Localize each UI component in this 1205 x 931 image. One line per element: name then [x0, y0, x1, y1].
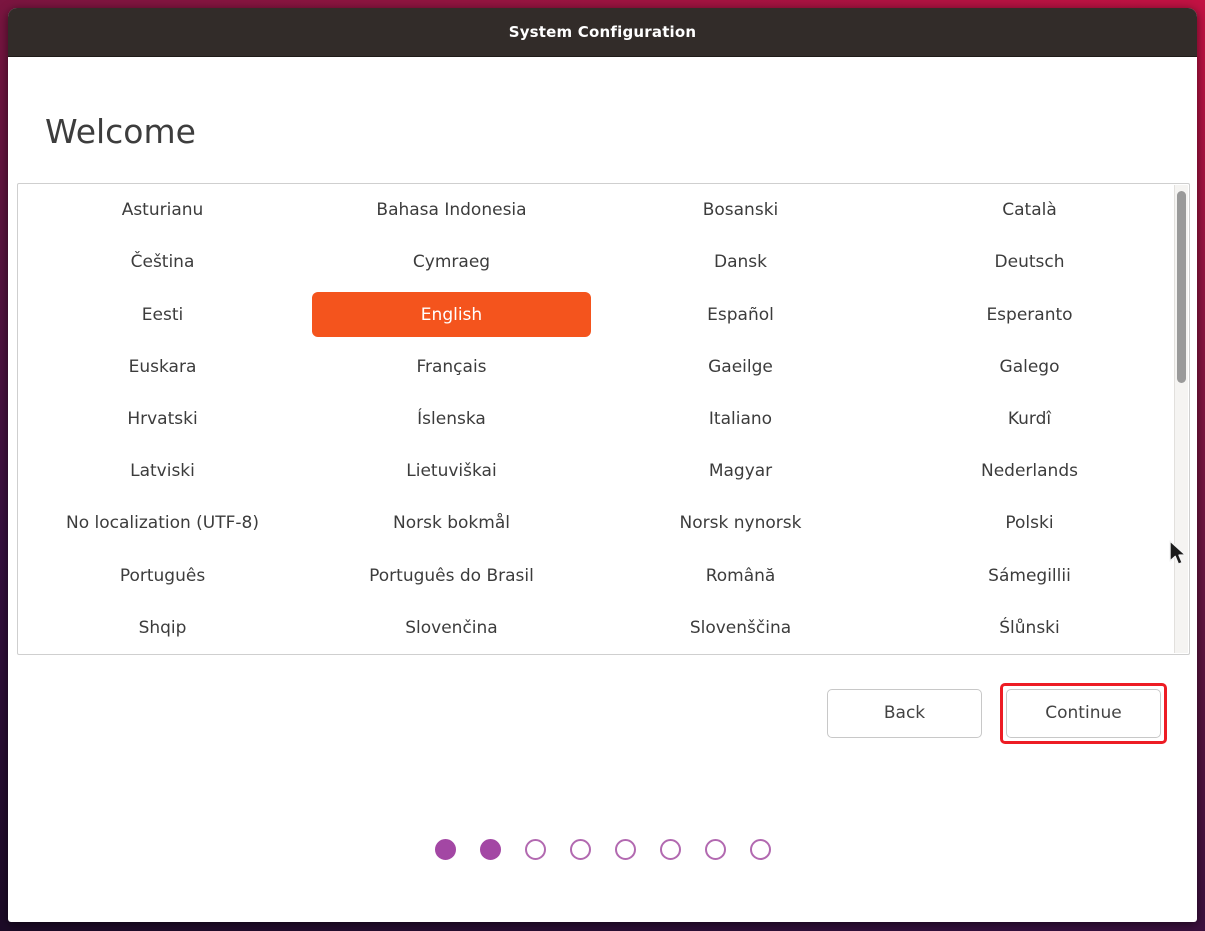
language-grid: Asturianu Bahasa Indonesia Bosanski Català Č…: [18, 184, 1174, 654]
language-option[interactable]: Cymraeg: [307, 236, 596, 288]
language-option[interactable]: Polski: [885, 497, 1174, 549]
language-option[interactable]: Sámegillii: [885, 550, 1174, 602]
progress-dot: [659, 839, 681, 860]
language-option[interactable]: Português do Brasil: [307, 550, 596, 602]
window-title: System Configuration: [508, 23, 697, 41]
language-option[interactable]: Hrvatski: [18, 393, 307, 445]
language-option[interactable]: Lietuviškai: [307, 445, 596, 497]
language-option[interactable]: Magyar: [596, 445, 885, 497]
system-configuration-window: System Configuration Welcome Asturianu Ba…: [8, 8, 1197, 922]
language-option[interactable]: Íslenska: [307, 393, 596, 445]
language-option[interactable]: Kurdî: [885, 393, 1174, 445]
back-button[interactable]: Back: [827, 688, 982, 738]
scrollbar-thumb[interactable]: [1177, 191, 1186, 383]
progress-dot: [614, 839, 636, 860]
window-titlebar[interactable]: System Configuration: [8, 8, 1197, 57]
progress-dot: [479, 839, 501, 860]
language-list-panel: Asturianu Bahasa Indonesia Bosanski Català Č…: [17, 183, 1190, 655]
language-option[interactable]: Gaeilge: [596, 341, 885, 393]
language-option[interactable]: No localization (UTF-8): [18, 497, 307, 549]
scrollbar-track[interactable]: [1174, 185, 1188, 653]
progress-dot: [749, 839, 771, 860]
language-option[interactable]: Slovenčina: [307, 602, 596, 654]
progress-dot: [569, 839, 591, 860]
language-option-selected[interactable]: English: [307, 288, 596, 340]
language-option[interactable]: Nederlands: [885, 445, 1174, 497]
desktop-background: System Configuration Welcome Asturianu Ba…: [0, 0, 1205, 931]
footer-button-row: Back Continue: [827, 680, 1167, 746]
language-option[interactable]: Galego: [885, 341, 1174, 393]
language-option[interactable]: Asturianu: [18, 184, 307, 236]
progress-dot: [434, 839, 456, 860]
page-title: Welcome: [45, 112, 196, 152]
language-option[interactable]: Español: [596, 288, 885, 340]
continue-button[interactable]: Continue: [1006, 688, 1161, 738]
language-option[interactable]: Esperanto: [885, 288, 1174, 340]
language-option[interactable]: Català: [885, 184, 1174, 236]
language-option[interactable]: Română: [596, 550, 885, 602]
selected-language-highlight: English: [312, 292, 591, 338]
language-option[interactable]: Norsk bokmål: [307, 497, 596, 549]
language-option[interactable]: Português: [18, 550, 307, 602]
language-option[interactable]: Eesti: [18, 288, 307, 340]
language-option[interactable]: Italiano: [596, 393, 885, 445]
language-option[interactable]: Shqip: [18, 602, 307, 654]
language-option[interactable]: Čeština: [18, 236, 307, 288]
progress-dots: [8, 839, 1197, 860]
continue-highlight-annotation: Continue: [1000, 682, 1167, 744]
language-option[interactable]: Deutsch: [885, 236, 1174, 288]
progress-dot: [704, 839, 726, 860]
language-option[interactable]: Dansk: [596, 236, 885, 288]
language-option[interactable]: Slovenščina: [596, 602, 885, 654]
language-option[interactable]: Euskara: [18, 341, 307, 393]
language-option[interactable]: Français: [307, 341, 596, 393]
language-option[interactable]: Bosanski: [596, 184, 885, 236]
language-option[interactable]: Latviski: [18, 445, 307, 497]
progress-dot: [524, 839, 546, 860]
language-option[interactable]: Norsk nynorsk: [596, 497, 885, 549]
language-option[interactable]: Bahasa Indonesia: [307, 184, 596, 236]
language-option[interactable]: Ślůnski: [885, 602, 1174, 654]
